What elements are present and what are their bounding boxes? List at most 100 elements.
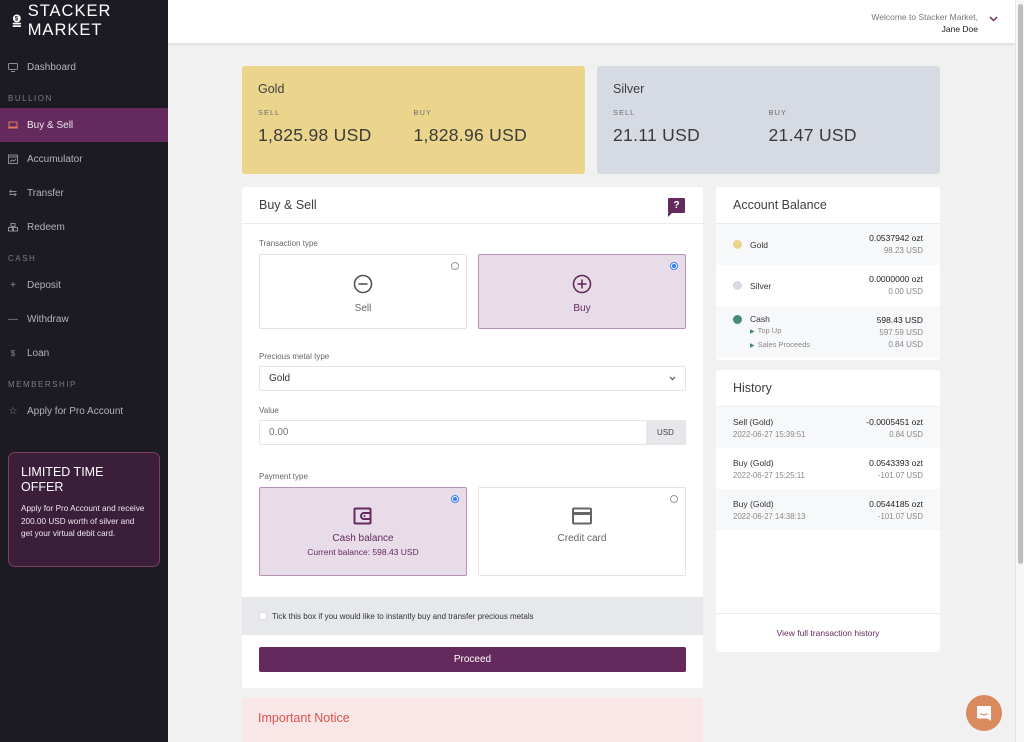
brand-logo[interactable]: $ STACKER MARKET — [0, 0, 168, 42]
notice-title: Important Notice — [258, 711, 350, 725]
balance-usd: 0.00 USD — [888, 286, 923, 296]
minus-icon: — — [8, 313, 18, 325]
offer-title: LIMITED TIME OFFER — [21, 465, 104, 494]
sales-proceeds-value: 0.84 USD — [888, 340, 923, 349]
sidebar-item-deposit[interactable]: + Deposit — [0, 268, 168, 302]
balance-row-cash: Cash ▶ Top Up ▶ Sales Proceeds 598.43 USD … — [716, 306, 940, 358]
history-usd: -101.07 USD — [877, 511, 923, 521]
credit-card-radio[interactable] — [670, 495, 678, 503]
sidebar-item-label: Deposit — [27, 279, 61, 291]
payment-type-label: Payment type — [259, 472, 308, 481]
panel-header: Buy & Sell ? — [242, 187, 703, 224]
sidebar-item-label: Loan — [27, 347, 50, 359]
limited-offer-card[interactable]: LIMITED TIME OFFER Apply for Pro Account… — [8, 452, 160, 567]
proceed-button[interactable]: Proceed — [259, 647, 686, 672]
balance-usd-main: 598.43 USD — [876, 315, 923, 325]
calendar-chart-icon — [8, 154, 18, 164]
credit-card-option[interactable]: Credit card — [478, 487, 686, 576]
buy-label: BUY — [768, 108, 787, 117]
svg-text:$: $ — [15, 17, 19, 23]
page-scrollbar[interactable] — [1015, 0, 1024, 742]
price-card-title: Silver — [613, 82, 645, 96]
chevron-down-icon[interactable] — [989, 14, 998, 25]
history-row[interactable]: Sell (Gold) 2022-06-27 15:39:51 -0.000545… — [716, 407, 940, 448]
plus-icon: + — [10, 279, 16, 291]
cash-sub-sales-proceeds[interactable]: ▶ Sales Proceeds — [750, 339, 810, 353]
instant-transfer-checkbox[interactable] — [259, 612, 267, 620]
sidebar-item-loan[interactable]: $ Loan — [0, 336, 168, 370]
sidebar: $ STACKER MARKET Dashboard BULLION Buy &… — [0, 0, 168, 742]
sidebar-item-label: Buy & Sell — [27, 119, 74, 131]
sidebar-item-accumulator[interactable]: Accumulator — [0, 142, 168, 176]
sidebar-item-buy-sell[interactable]: Buy & Sell — [0, 108, 168, 142]
sell-option-label: Sell — [354, 303, 372, 314]
gold-dot-icon — [733, 240, 742, 249]
silver-dot-icon — [733, 281, 742, 290]
brand-name: STACKER MARKET — [27, 2, 112, 39]
sub-item-label: Top Up — [757, 326, 782, 335]
caret-right-icon: ▶ — [750, 342, 755, 349]
wallet-icon — [260, 507, 466, 530]
gold-sell-price: 1,825.98 USD — [258, 125, 372, 145]
credit-card-label: Credit card — [557, 533, 607, 544]
cash-dot-icon — [733, 315, 742, 324]
laptop-icon — [8, 120, 18, 130]
history-ozt: -0.0005451 ozt — [866, 416, 923, 427]
sub-item-label: Sales Proceeds — [757, 339, 811, 349]
sidebar-section-membership: MEMBERSHIP — [8, 379, 77, 389]
sidebar-item-dashboard[interactable]: Dashboard — [0, 50, 168, 84]
sidebar-item-apply-pro[interactable]: ☆ Apply for Pro Account — [0, 394, 168, 428]
view-full-history-link[interactable]: View full transaction history — [716, 613, 940, 652]
star-icon: ☆ — [8, 405, 18, 417]
cash-sub-top-up[interactable]: ▶ Top Up — [750, 325, 810, 339]
silver-sell-price: 21.11 USD — [613, 125, 701, 145]
balance-row-silver: Silver 0.0000000 ozt 0.00 USD — [716, 265, 940, 306]
history-row[interactable]: Buy (Gold) 2022-06-27 14:38:13 0.0544185 … — [716, 489, 940, 530]
chat-launcher-button[interactable] — [966, 695, 1002, 731]
welcome-text: Welcome to Stacker Market, — [871, 12, 978, 22]
account-balance-panel: Account Balance Gold 0.0537942 ozt 98.23… — [716, 187, 940, 360]
minus-circle-icon — [260, 274, 466, 299]
value-label: Value — [259, 406, 279, 415]
top-header: Welcome to Stacker Market, Jane Doe — [168, 0, 1015, 43]
sell-radio[interactable] — [451, 262, 459, 270]
balance-ozt: 0.0537942 ozt — [869, 233, 923, 243]
buy-radio[interactable] — [670, 262, 678, 270]
metal-type-label: Precious metal type — [259, 352, 330, 361]
panel-header: Account Balance — [716, 187, 940, 224]
balance-usd: 98.23 USD — [883, 245, 923, 255]
sidebar-item-withdraw[interactable]: — Withdraw — [0, 302, 168, 336]
silver-price-card: Silver SELL 21.11 USD BUY 21.47 USD — [597, 66, 940, 174]
buy-label: BUY — [413, 108, 432, 117]
history-type: Buy (Gold) — [733, 457, 774, 468]
panel-title: Buy & Sell — [259, 198, 317, 212]
sidebar-item-redeem[interactable]: Redeem — [0, 210, 168, 244]
user-name: Jane Doe — [941, 24, 978, 34]
buy-option[interactable]: Buy — [478, 254, 686, 329]
value-input[interactable] — [260, 421, 646, 444]
sidebar-item-transfer[interactable]: ⇆ Transfer — [0, 176, 168, 210]
buy-sell-panel: Buy & Sell ? Transaction type Sell Buy P… — [242, 187, 703, 688]
sidebar-item-label: Apply for Pro Account — [27, 405, 124, 417]
sidebar-section-cash: CASH — [8, 253, 37, 263]
instant-transfer-label: Tick this box if you would like to insta… — [272, 611, 534, 621]
sell-option[interactable]: Sell — [259, 254, 467, 329]
important-notice: Important Notice — [242, 698, 703, 742]
cash-balance-radio[interactable] — [451, 495, 459, 503]
help-icon[interactable]: ? — [668, 198, 685, 217]
history-date: 2022-06-27 15:39:51 — [733, 429, 806, 439]
user-menu[interactable]: Welcome to Stacker Market, Jane Doe — [871, 11, 978, 35]
scrollbar-thumb[interactable] — [1018, 4, 1023, 564]
panel-title: Account Balance — [733, 198, 827, 212]
dollar-icon: $ — [10, 348, 16, 358]
history-row[interactable]: Buy (Gold) 2022-06-27 15:25:11 0.0543393 … — [716, 448, 940, 489]
sidebar-item-label: Redeem — [27, 221, 65, 233]
history-ozt: 0.0543393 ozt — [869, 457, 923, 468]
cash-balance-option[interactable]: Cash balance Current balance: 598.43 USD — [259, 487, 467, 576]
metal-type-value: Gold — [269, 373, 291, 384]
panel-title: History — [733, 381, 772, 395]
history-usd: -101.07 USD — [877, 470, 923, 480]
history-ozt: 0.0544185 ozt — [869, 498, 923, 509]
metal-type-select[interactable]: Gold — [259, 366, 686, 391]
sidebar-item-label: Dashboard — [27, 61, 76, 73]
